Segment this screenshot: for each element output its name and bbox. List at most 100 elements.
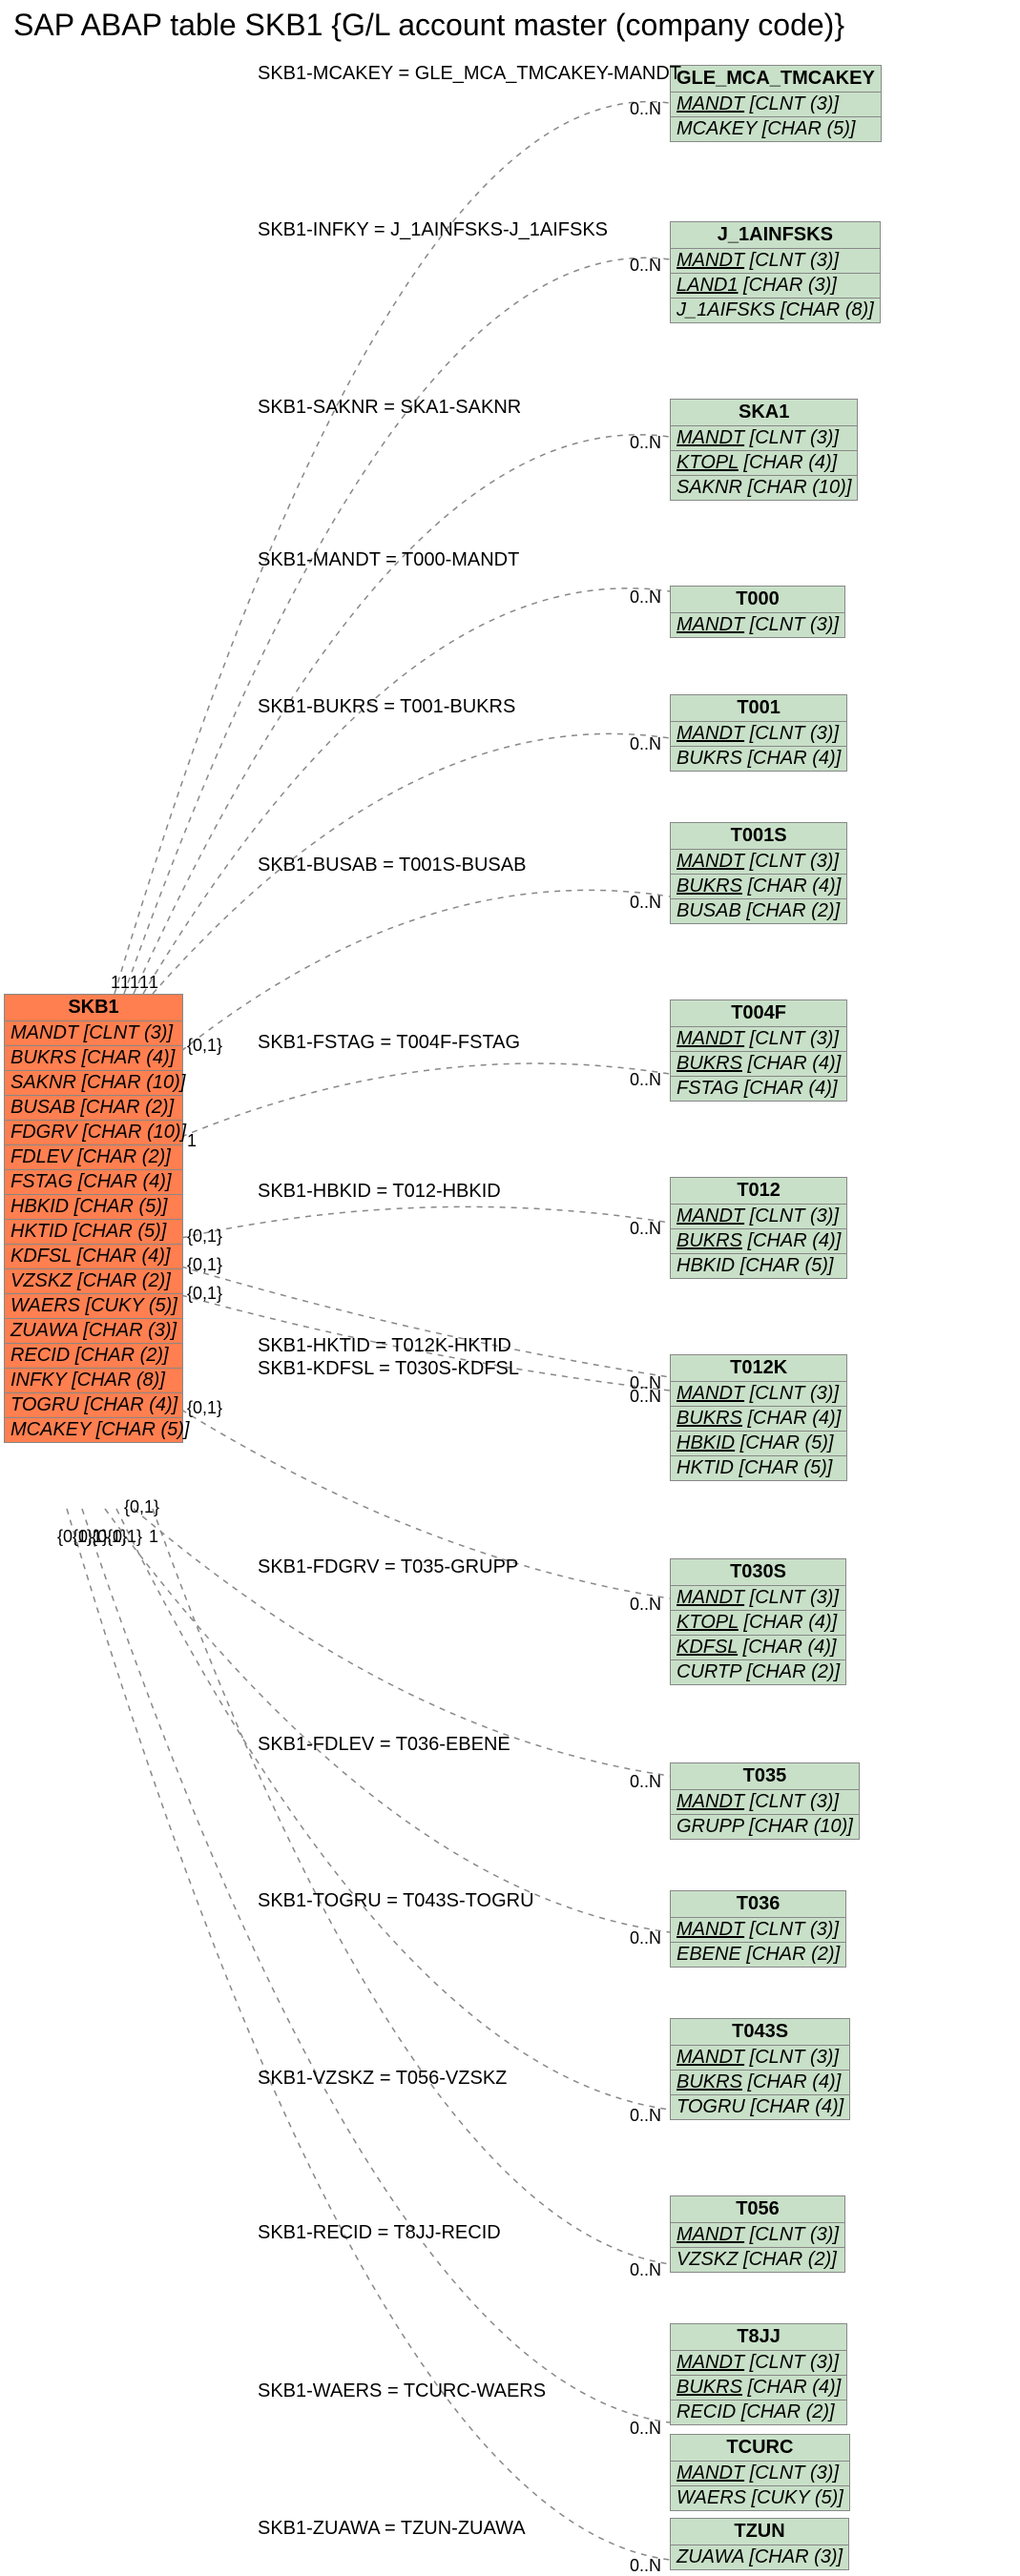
ref-table-name: T012K [671, 1355, 846, 1382]
relation-label: SKB1-RECID = T8JJ-RECID [258, 2222, 501, 2244]
ref-field: MANDT [CLNT (3)] [671, 2046, 849, 2071]
right-cardinality: 0..N [630, 2419, 661, 2439]
ref-field: MANDT [CLNT (3)] [671, 1790, 859, 1815]
main-field: TOGRU [CHAR (4)] [5, 1393, 182, 1418]
ref-field: MANDT [CLNT (3)] [671, 1918, 845, 1943]
main-table-name: SKB1 [5, 995, 182, 1021]
main-field: KDFSL [CHAR (4)] [5, 1245, 182, 1269]
left-cardinality: 1 [139, 973, 149, 993]
ref-table: T004FMANDT [CLNT (3)]BUKRS [CHAR (4)]FST… [670, 999, 847, 1102]
diagram-title: SAP ABAP table SKB1 {G/L account master … [13, 8, 844, 43]
right-cardinality: 0..N [630, 1772, 661, 1792]
main-field: VZSKZ [CHAR (2)] [5, 1269, 182, 1294]
ref-field: KDFSL [CHAR (4)] [671, 1636, 845, 1660]
relation-label: SKB1-FSTAG = T004F-FSTAG [258, 1032, 520, 1054]
left-cardinality: {0,1} [187, 1255, 222, 1275]
ref-field: KTOPL [CHAR (4)] [671, 451, 857, 476]
ref-table-name: GLE_MCA_TMCAKEY [671, 66, 881, 93]
ref-table: T030SMANDT [CLNT (3)]KTOPL [CHAR (4)]KDF… [670, 1558, 846, 1685]
ref-field: BUKRS [CHAR (4)] [671, 1407, 846, 1432]
ref-table: TCURCMANDT [CLNT (3)]WAERS [CUKY (5)] [670, 2434, 850, 2511]
left-cardinality: 1 [187, 1131, 197, 1151]
left-cardinality: 1 [130, 973, 139, 993]
ref-field: MANDT [CLNT (3)] [671, 93, 881, 117]
ref-table-name: TZUN [671, 2519, 848, 2545]
ref-table-name: T030S [671, 1559, 845, 1586]
relation-label: SKB1-ZUAWA = TZUN-ZUAWA [258, 2518, 526, 2540]
main-field: INFKY [CHAR (8)] [5, 1369, 182, 1393]
ref-field: MANDT [CLNT (3)] [671, 2223, 844, 2248]
ref-field: MANDT [CLNT (3)] [671, 1382, 846, 1407]
ref-field: KTOPL [CHAR (4)] [671, 1611, 845, 1636]
right-cardinality: 0..N [630, 99, 661, 119]
left-cardinality: {0,1} [187, 1036, 222, 1056]
ref-table: J_1AINFSKSMANDT [CLNT (3)]LAND1 [CHAR (3… [670, 221, 881, 323]
ref-table-name: T012 [671, 1178, 846, 1205]
ref-field: ZUAWA [CHAR (3)] [671, 2545, 848, 2569]
relation-label: SKB1-FDLEV = T036-EBENE [258, 1734, 510, 1756]
ref-field: RECID [CHAR (2)] [671, 2401, 846, 2424]
left-cardinality: 1 [111, 973, 120, 993]
left-cardinality: {0,1} [107, 1527, 142, 1547]
ref-field: MANDT [CLNT (3)] [671, 850, 846, 875]
ref-table: GLE_MCA_TMCAKEYMANDT [CLNT (3)]MCAKEY [C… [670, 65, 882, 142]
ref-field: MANDT [CLNT (3)] [671, 722, 846, 747]
left-cardinality: 1 [149, 1527, 158, 1547]
relation-label: SKB1-BUKRS = T001-BUKRS [258, 696, 515, 718]
ref-table-name: T036 [671, 1891, 845, 1918]
ref-table: T043SMANDT [CLNT (3)]BUKRS [CHAR (4)]TOG… [670, 2018, 850, 2120]
left-cardinality: 1 [120, 973, 130, 993]
ref-field: HKTID [CHAR (5)] [671, 1456, 846, 1480]
left-cardinality: {0,1} [57, 1527, 93, 1547]
ref-table-name: T000 [671, 587, 844, 613]
right-cardinality: 0..N [630, 1219, 661, 1239]
main-field: BUSAB [CHAR (2)] [5, 1096, 182, 1121]
relation-label: SKB1-FDGRV = T035-GRUPP [258, 1556, 518, 1578]
right-cardinality: 0..N [630, 587, 661, 608]
right-cardinality: 0..N [630, 1595, 661, 1615]
ref-table-name: T001 [671, 695, 846, 722]
relation-label: SKB1-KDFSL = T030S-KDFSL [258, 1358, 519, 1380]
relation-label: SKB1-BUSAB = T001S-BUSAB [258, 855, 526, 876]
ref-field: BUKRS [CHAR (4)] [671, 747, 846, 771]
ref-table: T012KMANDT [CLNT (3)]BUKRS [CHAR (4)]HBK… [670, 1354, 847, 1481]
relation-label: SKB1-HBKID = T012-HBKID [258, 1181, 501, 1203]
main-table: SKB1MANDT [CLNT (3)]BUKRS [CHAR (4)]SAKN… [4, 994, 183, 1443]
main-field: BUKRS [CHAR (4)] [5, 1046, 182, 1071]
ref-table: T056MANDT [CLNT (3)]VZSKZ [CHAR (2)] [670, 2195, 845, 2273]
ref-field: VZSKZ [CHAR (2)] [671, 2248, 844, 2272]
right-cardinality: 0..N [630, 734, 661, 754]
left-cardinality: {0,1} [187, 1226, 222, 1247]
left-cardinality: 1 [149, 973, 158, 993]
right-cardinality: 0..N [630, 893, 661, 913]
relation-label: SKB1-SAKNR = SKA1-SAKNR [258, 397, 521, 419]
relation-label: SKB1-TOGRU = T043S-TOGRU [258, 1890, 534, 1912]
ref-field: CURTP [CHAR (2)] [671, 1660, 845, 1684]
left-cardinality: {0,1} [187, 1284, 222, 1304]
ref-field: WAERS [CUKY (5)] [671, 2486, 849, 2510]
right-cardinality: 0..N [630, 2556, 661, 2576]
ref-field: FSTAG [CHAR (4)] [671, 1077, 846, 1101]
left-cardinality: {0,1} [187, 1398, 222, 1418]
ref-field: EBENE [CHAR (2)] [671, 1943, 845, 1967]
ref-table: T000MANDT [CLNT (3)] [670, 586, 845, 638]
ref-table-name: T043S [671, 2019, 849, 2046]
right-cardinality: 0..N [630, 433, 661, 453]
ref-field: BUKRS [CHAR (4)] [671, 1229, 846, 1254]
ref-table-name: T004F [671, 1000, 846, 1027]
ref-field: MANDT [CLNT (3)] [671, 613, 844, 637]
ref-field: MANDT [CLNT (3)] [671, 1205, 846, 1229]
ref-table-name: J_1AINFSKS [671, 222, 880, 249]
relation-label: SKB1-HKTID = T012K-HKTID [258, 1335, 511, 1357]
right-cardinality: 0..N [630, 1928, 661, 1948]
left-cardinality: {0,1} [124, 1497, 159, 1517]
ref-table-name: T001S [671, 823, 846, 850]
ref-table-name: TCURC [671, 2435, 849, 2462]
main-field: FDGRV [CHAR (10)] [5, 1121, 182, 1145]
ref-table-name: T056 [671, 2196, 844, 2223]
right-cardinality: 0..N [630, 256, 661, 276]
ref-field: MANDT [CLNT (3)] [671, 1027, 846, 1052]
ref-field: BUSAB [CHAR (2)] [671, 899, 846, 923]
relation-label: SKB1-WAERS = TCURC-WAERS [258, 2380, 546, 2402]
ref-field: MANDT [CLNT (3)] [671, 2462, 849, 2486]
